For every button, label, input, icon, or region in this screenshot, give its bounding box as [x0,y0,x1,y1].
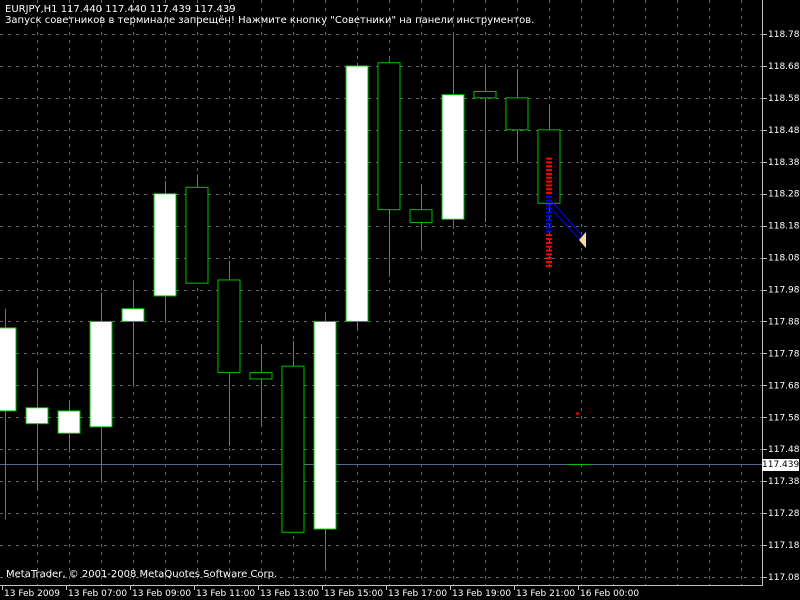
signal-tick [546,157,552,160]
y-tick-label: 117.585 [768,413,800,423]
candle-body [281,365,305,533]
x-tick-label: 13 Feb 21:00 [516,589,575,599]
signal-tick [546,245,552,248]
candle-body [89,320,113,428]
y-tick-label: 117.785 [768,349,800,359]
candle [185,174,209,284]
signal-tick [546,249,552,252]
signal-tick [546,192,552,195]
y-tick-label: 117.685 [768,381,800,391]
signal-dot [576,412,579,415]
signal-tick [546,253,552,256]
signal-tick [546,176,552,179]
signal-tick [546,180,552,183]
candle-body [377,62,401,211]
signal-tick [546,241,552,244]
signal-tick [546,218,552,221]
copyright-text: MetaTrader, © 2001-2008 MetaQuotes Softw… [6,569,278,580]
y-tick-label: 118.585 [768,94,800,104]
candle-body [473,90,497,99]
x-tick-label: 13 Feb 19:00 [452,589,511,599]
x-tick-label: 13 Feb 11:00 [196,589,255,599]
y-tick-label: 118.785 [768,30,800,40]
y-tick-label: 117.185 [768,541,800,551]
signal-tick [546,261,552,264]
signal-tick [546,184,552,187]
y-tick-label: 118.085 [768,254,800,264]
candle-body [441,94,465,220]
candle-body [153,193,177,297]
x-tick-label: 13 Feb 2009 [4,589,60,599]
candle-body [505,97,529,131]
candle-body [249,372,273,380]
x-tick-label: 16 Feb 00:00 [580,589,639,599]
y-tick-label: 117.485 [768,445,800,455]
expert-advisor-warning: Запуск советников в терминале запрещён! … [5,15,535,26]
signal-tick [546,211,552,214]
signal-tick [546,230,552,233]
signal-tick [546,203,552,206]
y-tick-label: 117.285 [768,509,800,519]
signal-tick [546,257,552,260]
y-tick-label: 118.685 [768,62,800,72]
signal-tick [546,234,552,237]
x-tick-label: 13 Feb 15:00 [324,589,383,599]
signal-tick [546,222,552,225]
signal-tick [546,188,552,191]
signal-tick [546,226,552,229]
signal-tick [546,195,552,198]
signal-tick [546,215,552,218]
signal-tick [546,264,552,267]
candle-body [25,407,49,425]
y-tick-label: 118.385 [768,158,800,168]
y-tick-label: 117.085 [768,573,800,583]
candle-body [185,186,209,284]
signal-tick [546,238,552,241]
current-price-label: 117.439 [762,458,800,471]
x-tick-label: 13 Feb 09:00 [132,589,191,599]
signal-tick [546,169,552,172]
candle-body [121,308,145,322]
signal-tick [546,161,552,164]
candle-body [0,327,17,412]
candle-body [57,410,81,434]
y-tick-label: 117.985 [768,286,800,296]
candle-body [409,209,433,223]
y-tick-label: 117.385 [768,477,800,487]
y-tick-label: 117.885 [768,317,800,327]
x-tick-label: 13 Feb 13:00 [260,589,319,599]
candle-body [217,279,241,374]
candle [345,62,369,332]
candle-body [345,65,369,322]
x-tick-label: 13 Feb 17:00 [388,589,447,599]
y-tick-label: 118.185 [768,222,800,232]
signal-tick [546,172,552,175]
symbol-info: EURJPY,H1 117.440 117.440 117.439 117.43… [5,4,236,15]
signal-tick [546,165,552,168]
price-chart[interactable]: 118.785 118.685 118.585 118.485 118.385 118.2… [0,0,800,600]
candle-body [313,320,337,530]
y-tick-label: 118.485 [768,126,800,136]
candle [281,340,305,533]
y-tick-label: 118.285 [768,190,800,200]
x-tick-label: 13 Feb 07:00 [68,589,127,599]
